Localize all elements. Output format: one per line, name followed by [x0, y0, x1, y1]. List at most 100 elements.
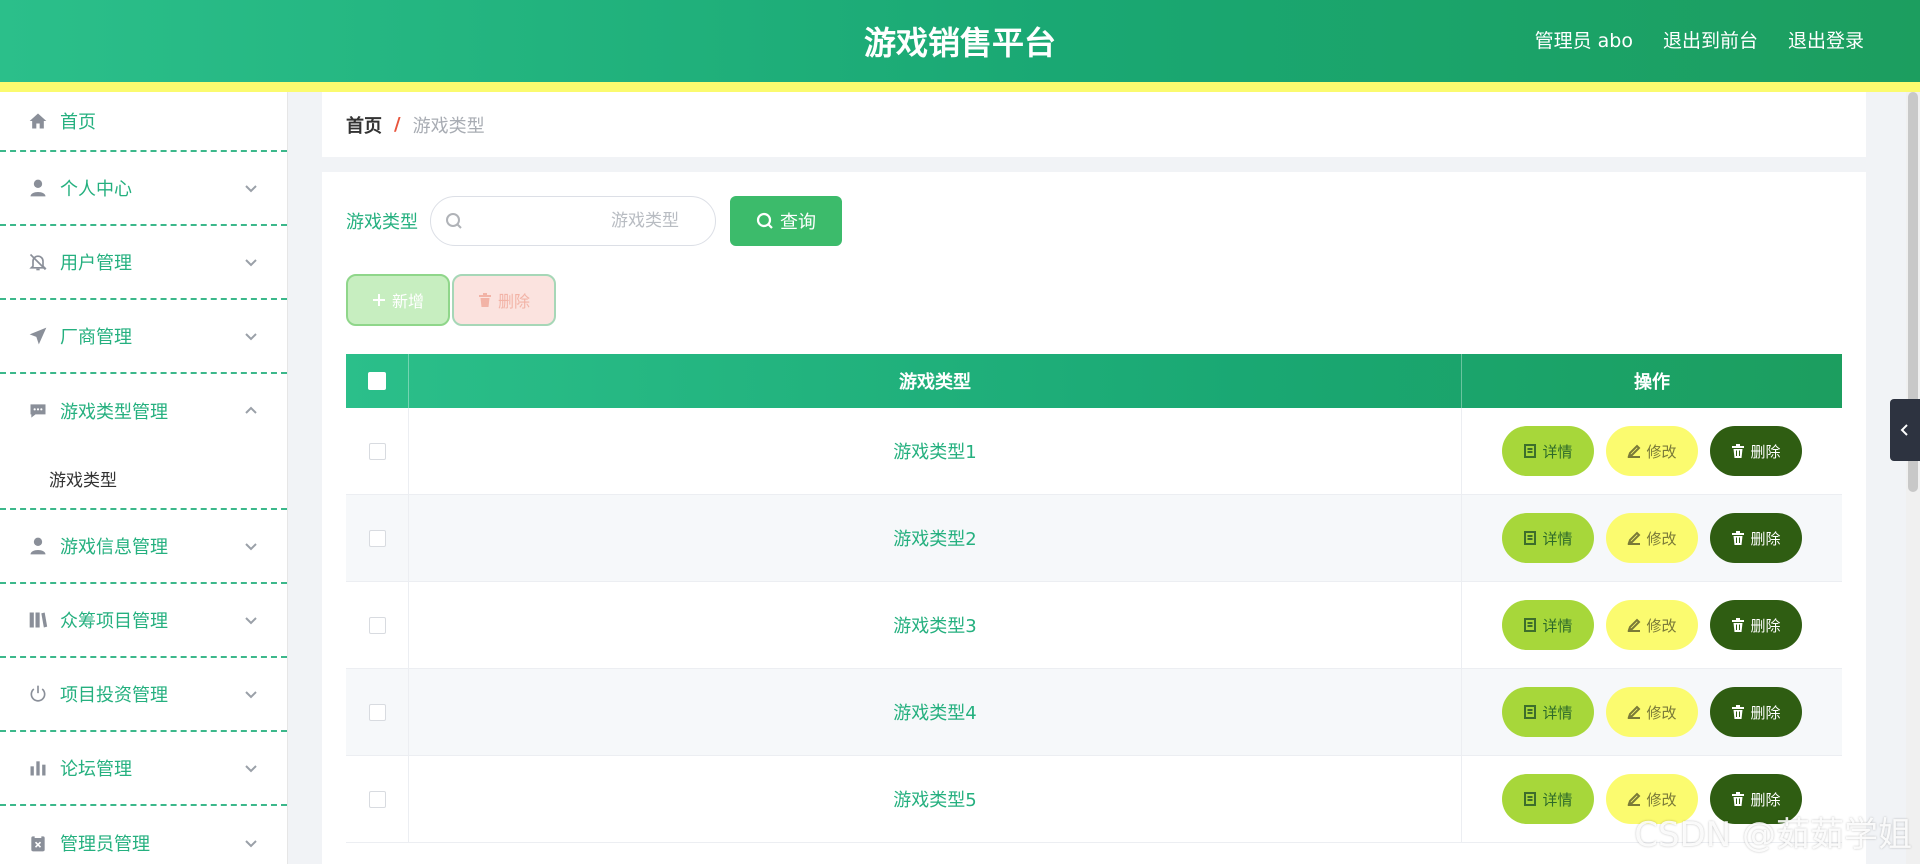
detail-button[interactable]: 详情 — [1502, 600, 1594, 650]
sidebar-item-game-info-management[interactable]: 游戏信息管理 — [0, 510, 287, 584]
watermark: CSDN @茹茹学姐 — [1634, 815, 1912, 855]
game-type-cell: 游戏类型2 — [409, 495, 1462, 581]
sidebar-item-vendor-management[interactable]: 厂商管理 — [0, 300, 287, 374]
sidebar-subitem-label: 游戏类型 — [49, 470, 117, 491]
header-stripe — [0, 82, 1920, 92]
sidebar-item-label: 项目投资管理 — [60, 685, 168, 706]
action-bar: 新增 删除 — [346, 274, 556, 326]
select-all-cell — [346, 354, 409, 408]
game-type-cell: 游戏类型1 — [409, 408, 1462, 494]
game-type-cell: 游戏类型3 — [409, 582, 1462, 668]
user-icon — [28, 178, 48, 198]
row-checkbox[interactable] — [368, 616, 386, 634]
row-checkbox[interactable] — [368, 790, 386, 808]
edit-button-label: 修改 — [1646, 616, 1677, 635]
detail-button-label: 详情 — [1542, 790, 1573, 809]
game-type-name: 游戏类型3 — [893, 616, 977, 637]
sidebar-item-game-type-management[interactable]: 游戏类型管理 — [0, 374, 287, 448]
select-all-checkbox[interactable] — [368, 372, 386, 390]
document-icon — [1524, 705, 1537, 719]
library-icon — [28, 610, 48, 630]
sidebar-item-label: 首页 — [60, 112, 96, 133]
game-type-name: 游戏类型5 — [893, 790, 977, 811]
collapse-panel-tab[interactable] — [1890, 399, 1920, 461]
breadcrumb-separator: / — [394, 114, 401, 135]
table-header: 游戏类型 操作 — [346, 354, 1842, 408]
breadcrumb: 首页 / 游戏类型 — [322, 92, 1866, 157]
chevron-down-icon — [243, 686, 259, 702]
sidebar-item-user-management[interactable]: 用户管理 — [0, 226, 287, 300]
chevron-down-icon — [243, 180, 259, 196]
exit-to-front-link[interactable]: 退出到前台 — [1663, 26, 1758, 53]
table-row: 游戏类型3 详情 修改 删除 — [346, 582, 1842, 669]
header-links: 管理员 abo 退出到前台 退出登录 — [1535, 26, 1864, 53]
plus-icon — [372, 294, 385, 306]
edit-button-label: 修改 — [1646, 442, 1677, 461]
sidebar-item-admin-management[interactable]: 管理员管理 — [0, 806, 287, 864]
row-actions-cell: 详情 修改 删除 — [1462, 408, 1842, 494]
search-form: 游戏类型 查询 — [346, 196, 842, 246]
document-icon — [1524, 618, 1537, 632]
detail-button[interactable]: 详情 — [1502, 774, 1594, 824]
edit-button-label: 修改 — [1646, 529, 1677, 548]
detail-button-label: 详情 — [1542, 442, 1573, 461]
chat-icon — [28, 401, 48, 421]
trash-icon — [1732, 618, 1745, 632]
edit-icon — [1627, 705, 1641, 719]
sidebar-item-investment-management[interactable]: 项目投资管理 — [0, 658, 287, 732]
top-header: 游戏销售平台 管理员 abo 退出到前台 退出登录 — [0, 0, 1920, 82]
row-checkbox[interactable] — [368, 529, 386, 547]
chevron-left-icon — [1900, 424, 1908, 436]
document-icon — [1524, 531, 1537, 545]
game-type-cell: 游戏类型4 — [409, 669, 1462, 755]
detail-button[interactable]: 详情 — [1502, 426, 1594, 476]
sidebar-item-label: 管理员管理 — [60, 834, 150, 855]
edit-button[interactable]: 修改 — [1606, 600, 1698, 650]
search-icon — [756, 212, 773, 229]
breadcrumb-home[interactable]: 首页 — [346, 112, 382, 138]
sidebar-item-label: 厂商管理 — [60, 327, 132, 348]
sidebar-item-personal-center[interactable]: 个人中心 — [0, 152, 287, 226]
delete-button[interactable]: 删除 — [1710, 687, 1802, 737]
search-button-label: 查询 — [780, 212, 816, 233]
edit-icon — [1627, 618, 1641, 632]
chevron-down-icon — [243, 612, 259, 628]
detail-button-label: 详情 — [1542, 529, 1573, 548]
sidebar-item-forum-management[interactable]: 论坛管理 — [0, 732, 287, 806]
logout-link[interactable]: 退出登录 — [1788, 26, 1864, 53]
trash-icon — [1732, 531, 1745, 545]
sidebar-item-label: 用户管理 — [60, 253, 132, 274]
batch-delete-button[interactable]: 删除 — [452, 274, 556, 326]
page-scrollbar[interactable] — [1906, 92, 1920, 864]
edit-button[interactable]: 修改 — [1606, 513, 1698, 563]
row-actions-cell: 详情 修改 删除 — [1462, 582, 1842, 668]
delete-button[interactable]: 删除 — [1710, 600, 1802, 650]
content-card: 游戏类型 查询 新增 删除 游戏类型 操作 — [322, 172, 1866, 864]
detail-button[interactable]: 详情 — [1502, 687, 1594, 737]
chevron-down-icon — [243, 760, 259, 776]
edit-icon — [1627, 444, 1641, 458]
delete-button[interactable]: 删除 — [1710, 513, 1802, 563]
sidebar-subitem-game-type[interactable]: 游戏类型 — [0, 448, 287, 510]
row-checkbox[interactable] — [368, 442, 386, 460]
table-row: 游戏类型4 详情 修改 删除 — [346, 669, 1842, 756]
edit-button-label: 修改 — [1646, 703, 1677, 722]
search-button[interactable]: 查询 — [730, 196, 842, 246]
bell-off-icon — [28, 252, 48, 272]
trash-icon — [478, 293, 491, 307]
delete-button[interactable]: 删除 — [1710, 426, 1802, 476]
sidebar: 首页 个人中心 用户管理 厂商管理 游戏类型管理 游戏类型 游戏信息管理 众筹项… — [0, 92, 288, 864]
edit-button[interactable]: 修改 — [1606, 426, 1698, 476]
sidebar-item-home[interactable]: 首页 — [0, 92, 287, 152]
delete-button-label: 删除 — [1750, 442, 1781, 461]
row-check-cell — [346, 669, 409, 755]
detail-button[interactable]: 详情 — [1502, 513, 1594, 563]
edit-icon — [1627, 792, 1641, 806]
row-check-cell — [346, 408, 409, 494]
search-input[interactable] — [431, 197, 715, 245]
edit-button[interactable]: 修改 — [1606, 687, 1698, 737]
row-checkbox[interactable] — [368, 703, 386, 721]
sidebar-item-crowdfunding-management[interactable]: 众筹项目管理 — [0, 584, 287, 658]
table-row: 游戏类型1 详情 修改 删除 — [346, 408, 1842, 495]
add-button[interactable]: 新增 — [346, 274, 450, 326]
